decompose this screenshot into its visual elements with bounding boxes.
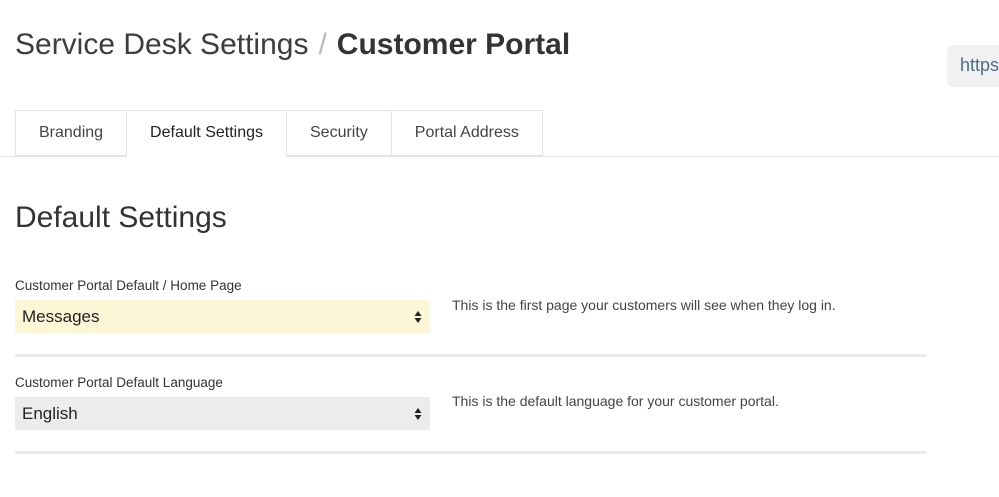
- page: Service Desk Settings / Customer Portal ht…: [0, 0, 999, 497]
- up-down-arrows-icon: [414, 311, 422, 323]
- tab-portal-address[interactable]: Portal Address: [391, 110, 543, 156]
- language-field: Customer Portal Default Language English…: [15, 375, 927, 430]
- language-select-value: English: [22, 404, 78, 423]
- tab-security[interactable]: Security: [287, 110, 392, 156]
- home-page-select[interactable]: Messages: [15, 300, 430, 333]
- portal-url-chip[interactable]: https: [947, 45, 999, 87]
- home-page-label: Customer Portal Default / Home Page: [15, 278, 242, 293]
- up-down-arrows-icon: [414, 408, 422, 420]
- language-label: Customer Portal Default Language: [15, 375, 223, 390]
- tab-bar: Branding Default Settings Security Porta…: [15, 110, 543, 157]
- tab-branding[interactable]: Branding: [15, 110, 128, 156]
- page-title: Customer Portal: [336, 28, 571, 61]
- language-select[interactable]: English: [15, 397, 430, 430]
- home-page-field: Customer Portal Default / Home Page Mess…: [15, 278, 927, 333]
- field-divider: [15, 354, 927, 357]
- field-divider: [15, 451, 927, 454]
- home-page-help-text: This is the first page your customers wi…: [452, 297, 836, 313]
- breadcrumb: Service Desk Settings / Customer Portal: [15, 26, 570, 64]
- breadcrumb-separator: /: [318, 28, 327, 61]
- section-title: Default Settings: [15, 201, 227, 234]
- language-help-text: This is the default language for your cu…: [452, 393, 779, 409]
- home-page-select-value: Messages: [22, 307, 100, 326]
- tab-default-settings[interactable]: Default Settings: [127, 110, 287, 157]
- breadcrumb-parent-link[interactable]: Service Desk Settings: [15, 28, 308, 61]
